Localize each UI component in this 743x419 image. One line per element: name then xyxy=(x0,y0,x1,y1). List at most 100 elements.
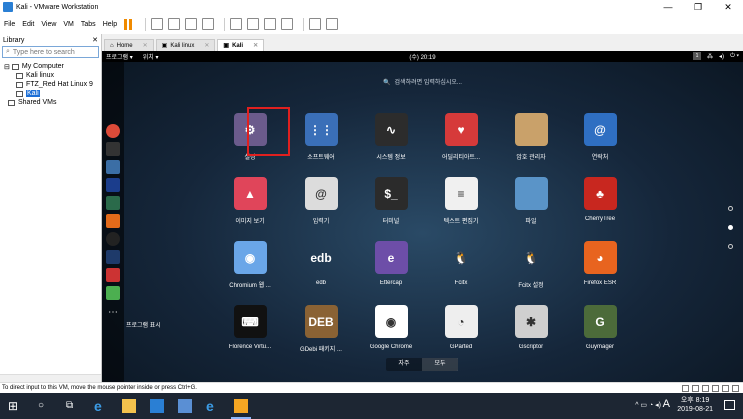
page-dot-active[interactable] xyxy=(728,225,733,230)
app-5[interactable]: @ 연락처 xyxy=(565,113,635,161)
system-tray-icons[interactable]: ^ ▭ ◔ ◂) xyxy=(635,401,661,409)
volume-icon[interactable]: ◂) xyxy=(719,53,724,60)
snapshot-manager-icon[interactable] xyxy=(202,18,215,30)
terminal-dock-icon[interactable] xyxy=(106,142,120,156)
workspace-indicator[interactable]: 1 xyxy=(693,52,702,60)
cd-icon[interactable] xyxy=(692,385,699,392)
tree-item-shared-vms[interactable]: Shared VMs xyxy=(0,98,101,107)
library-search-input[interactable]: ⌕ Type here to search xyxy=(2,46,99,58)
usb-icon[interactable] xyxy=(712,385,719,392)
app-2[interactable]: ∿ 시스템 정보 xyxy=(356,113,426,161)
power-icon[interactable]: ⏻ ▾ xyxy=(730,53,739,60)
library-close-icon[interactable]: ✕ xyxy=(92,36,98,44)
network-icon[interactable]: ⁂ xyxy=(707,53,713,60)
faraday-dock-icon[interactable] xyxy=(106,268,120,282)
windows-start-icon[interactable]: ⊞ xyxy=(8,399,22,413)
maltego-dock-icon[interactable] xyxy=(106,232,120,246)
leafpad-dock-icon[interactable] xyxy=(106,286,120,300)
app-14[interactable]: e Ettercap xyxy=(356,241,426,286)
library-view-icon[interactable] xyxy=(230,18,243,30)
menu-edit[interactable]: Edit xyxy=(22,21,34,28)
app-19[interactable]: DEB GDebi 패키지 ... xyxy=(286,305,356,353)
app-16[interactable]: 🐧 Fcitx 설정 xyxy=(496,241,566,290)
menu-view[interactable]: View xyxy=(41,21,56,28)
app-22[interactable]: ✱ Gscriptor xyxy=(496,305,566,350)
tree-item-kali[interactable]: Kali xyxy=(0,89,101,98)
network-adapter-icon[interactable] xyxy=(702,385,709,392)
app-9[interactable]: ≡ 텍스트 편집기 xyxy=(426,177,496,225)
metasploit-dock-icon[interactable] xyxy=(106,178,120,192)
app-17[interactable]: ◕ Firefox ESR xyxy=(565,241,635,286)
close-tab-icon[interactable]: ✕ xyxy=(204,42,209,49)
show-applications-icon[interactable]: ⋯ xyxy=(106,306,120,320)
app-15[interactable]: 🐧 Fcitx xyxy=(426,241,496,287)
chromium-dock-icon[interactable] xyxy=(106,124,120,138)
minimize-button[interactable]: — xyxy=(653,0,683,14)
armitage-dock-icon[interactable] xyxy=(106,196,120,210)
maximize-button[interactable]: ❐ xyxy=(683,0,713,14)
app-18[interactable]: ⌨ Florence Virtu... xyxy=(215,305,285,350)
thumbnail-view-icon[interactable] xyxy=(247,18,260,30)
app-1[interactable]: ⋮⋮ 소프트웨어 xyxy=(286,113,356,161)
hdd-icon[interactable] xyxy=(682,385,689,392)
vm-console[interactable]: 프로그램 ▾ 위치 ▾ (수) 20:19 1 ⁂ ◂) ⏻ ▾ ⋯ 프로그램 … xyxy=(102,51,743,382)
revert-snapshot-icon[interactable] xyxy=(185,18,198,30)
page-dot[interactable] xyxy=(728,206,733,211)
sound-icon[interactable] xyxy=(722,385,729,392)
taskbar-clock[interactable]: 오후 8:19 2019-08-21 xyxy=(677,396,713,414)
snapshot-icon[interactable] xyxy=(168,18,181,30)
vmware-taskbar-icon[interactable] xyxy=(234,399,248,413)
app-4[interactable]: 암호 관리자 xyxy=(496,113,566,161)
app-7[interactable]: @ 입력기 xyxy=(286,177,356,225)
frequent-tab[interactable]: 자주 xyxy=(386,358,422,371)
app-21[interactable]: ◔ GParted xyxy=(426,305,496,350)
close-button[interactable]: ✕ xyxy=(713,0,743,14)
notification-icon[interactable] xyxy=(724,400,735,410)
stretch-guest-icon[interactable] xyxy=(326,18,339,30)
ie-icon[interactable]: e xyxy=(206,399,220,413)
app-6[interactable]: ▲ 이미지 보기 xyxy=(215,177,285,225)
clock[interactable]: (수) 20:19 xyxy=(102,52,743,61)
app-12[interactable]: ◉ Chromium 웹 ... xyxy=(215,241,285,289)
menu-help[interactable]: Help xyxy=(103,21,117,28)
close-tab-icon[interactable]: ✕ xyxy=(143,42,148,49)
tree-item-ftz[interactable]: FTZ_Red Hat Linux 9 xyxy=(0,80,101,89)
tab-kali-linux[interactable]: ▣ Kali linux ✕ xyxy=(155,39,216,51)
app-10[interactable]: 파일 xyxy=(496,177,566,225)
library-horizontal-scrollbar[interactable] xyxy=(0,374,101,382)
console-view-icon[interactable] xyxy=(309,18,322,30)
app-8[interactable]: $_ 터미널 xyxy=(356,177,426,225)
page-dot[interactable] xyxy=(728,244,733,249)
send-ctrl-alt-del-icon[interactable] xyxy=(151,18,164,30)
menu-tabs[interactable]: Tabs xyxy=(81,21,96,28)
task-view-icon[interactable]: ⧉ xyxy=(66,399,80,413)
app-20[interactable]: ◉ Google Chrome xyxy=(356,305,426,350)
files-dock-icon[interactable] xyxy=(106,160,120,174)
menu-vm[interactable]: VM xyxy=(63,21,74,28)
store-icon[interactable] xyxy=(150,399,164,413)
tree-item-my-computer[interactable]: ⊟ My Computer xyxy=(0,62,101,71)
app-11[interactable]: ♣ CherryTree xyxy=(565,177,635,222)
app-13[interactable]: edb edb xyxy=(286,241,356,287)
fullscreen-icon[interactable] xyxy=(264,18,277,30)
display-icon[interactable] xyxy=(732,385,739,392)
file-explorer-icon[interactable] xyxy=(122,399,136,413)
tab-kali[interactable]: ▣ Kali ✕ xyxy=(217,39,265,51)
menu-file[interactable]: File xyxy=(4,21,15,28)
app-23[interactable]: G Guymager xyxy=(565,305,635,350)
search-icon[interactable]: ○ xyxy=(38,399,52,413)
app-icon[interactable] xyxy=(178,399,192,413)
all-tab[interactable]: 모두 xyxy=(422,358,458,371)
close-tab-icon[interactable]: ✕ xyxy=(253,42,258,49)
pause-icon-bar2[interactable] xyxy=(129,18,133,30)
input-language[interactable]: A xyxy=(663,398,670,410)
edge-icon[interactable]: e xyxy=(94,399,108,413)
pause-icon[interactable] xyxy=(124,18,128,30)
beef-dock-icon[interactable] xyxy=(106,250,120,264)
app-3[interactable]: ♥ 어딜리티아트... xyxy=(426,113,496,161)
activities-search[interactable]: 🔍 검색하려면 입력하십시오... xyxy=(102,77,743,86)
burpsuite-dock-icon[interactable] xyxy=(106,214,120,228)
tab-home[interactable]: ⌂ Home ✕ xyxy=(104,39,154,51)
unity-icon[interactable] xyxy=(281,18,294,30)
tree-item-kali-linux[interactable]: Kali linux xyxy=(0,71,101,80)
